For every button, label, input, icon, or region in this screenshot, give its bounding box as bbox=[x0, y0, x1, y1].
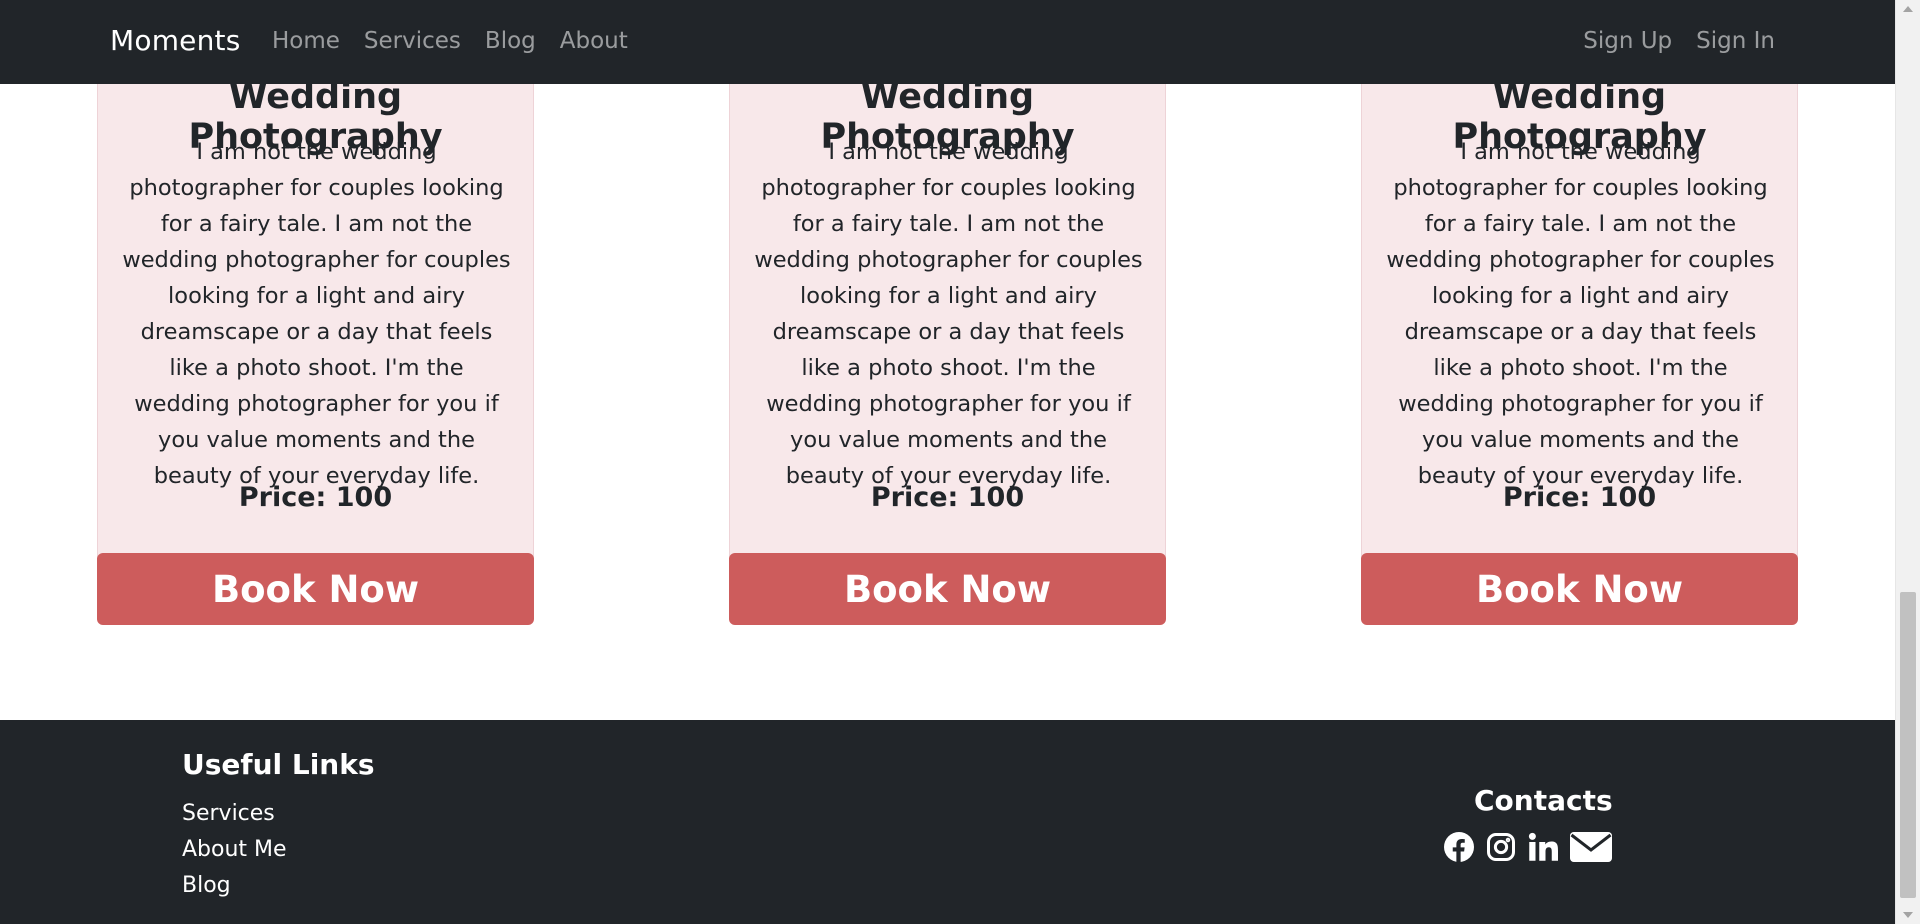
card-price: Price: 100 bbox=[238, 482, 393, 513]
nav-link-services[interactable]: Services bbox=[364, 28, 461, 54]
vertical-scrollbar[interactable] bbox=[1895, 0, 1920, 924]
footer-link-about-me[interactable]: About Me bbox=[182, 832, 287, 868]
card-description: I am not the wedding photographer for co… bbox=[754, 139, 1143, 489]
main-nav: Home Services Blog About bbox=[272, 28, 652, 54]
facebook-icon[interactable] bbox=[1444, 832, 1474, 862]
nav-link-about[interactable]: About bbox=[560, 28, 628, 54]
social-icons bbox=[1444, 832, 1612, 862]
service-cards: Wedding Photography I am not the wedding… bbox=[0, 0, 1895, 720]
instagram-icon[interactable] bbox=[1486, 832, 1516, 862]
linkedin-icon[interactable] bbox=[1528, 832, 1558, 862]
footer: Useful Links Services About Me Blog Cont… bbox=[0, 720, 1895, 924]
contacts-heading: Contacts bbox=[1474, 784, 1613, 817]
footer-link-blog[interactable]: Blog bbox=[182, 868, 287, 904]
card-price: Price: 100 bbox=[870, 482, 1025, 513]
service-card: Wedding Photography I am not the wedding… bbox=[1361, 0, 1798, 625]
card-description: I am not the wedding photographer for co… bbox=[122, 139, 511, 489]
scroll-up-arrow-icon[interactable] bbox=[1903, 6, 1913, 12]
service-card: Wedding Photography I am not the wedding… bbox=[97, 0, 534, 625]
scrollbar-thumb[interactable] bbox=[1900, 592, 1916, 898]
footer-link-services[interactable]: Services bbox=[182, 796, 287, 832]
brand-logo[interactable]: Moments bbox=[110, 24, 241, 57]
nav-link-blog[interactable]: Blog bbox=[485, 28, 536, 54]
card-price: Price: 100 bbox=[1502, 482, 1657, 513]
card-description: I am not the wedding photographer for co… bbox=[1386, 139, 1775, 489]
auth-nav: Sign Up Sign In bbox=[1559, 28, 1775, 54]
useful-links-heading: Useful Links bbox=[182, 748, 375, 781]
book-now-button[interactable]: Book Now bbox=[729, 553, 1166, 625]
book-now-button[interactable]: Book Now bbox=[97, 553, 534, 625]
top-navbar: Moments Home Services Blog About Sign Up… bbox=[0, 0, 1895, 84]
page: Wedding Photography I am not the wedding… bbox=[0, 0, 1895, 924]
book-now-button[interactable]: Book Now bbox=[1361, 553, 1798, 625]
footer-links: Services About Me Blog bbox=[182, 796, 287, 904]
nav-link-home[interactable]: Home bbox=[272, 28, 340, 54]
sign-up-link[interactable]: Sign Up bbox=[1583, 28, 1672, 54]
sign-in-link[interactable]: Sign In bbox=[1696, 28, 1775, 54]
scroll-down-arrow-icon[interactable] bbox=[1903, 912, 1913, 918]
service-card: Wedding Photography I am not the wedding… bbox=[729, 0, 1166, 625]
envelope-icon[interactable] bbox=[1570, 832, 1612, 862]
